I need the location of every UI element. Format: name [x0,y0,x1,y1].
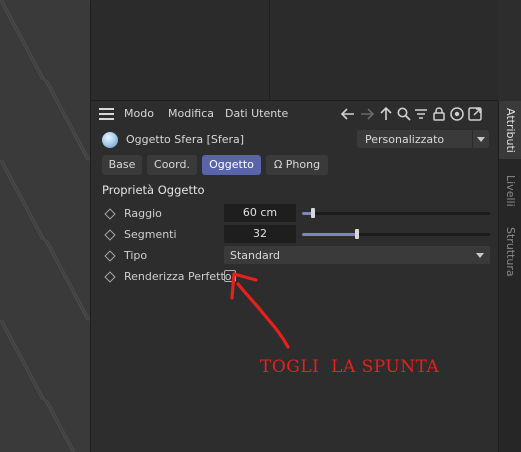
keyframe-diamond-icon[interactable] [104,229,116,241]
side-tab-bar: Attributi Livelli Struttura [498,101,521,452]
annotation-arrow-icon [230,272,290,349]
type-dropdown-value: Standard [230,249,281,262]
filter-icon[interactable] [413,106,429,122]
3d-viewport[interactable] [0,0,91,452]
keyframe-diamond-icon[interactable] [104,271,116,283]
object-header: Oggetto Sfera [Sfera] Personalizzato [91,129,498,151]
tab-oggetto[interactable]: Oggetto [202,155,261,175]
section-title: Proprietà Oggetto [102,183,205,197]
menu-modo[interactable]: Modo [124,107,154,120]
radius-slider[interactable] [302,208,490,218]
arrow-right-icon[interactable] [359,106,375,122]
search-icon[interactable] [396,106,412,122]
preset-dropdown-label: Personalizzato [365,133,445,146]
segments-label: Segmenti [124,228,177,241]
segments-slider-fill [302,233,357,236]
tab-coord[interactable]: Coord. [147,155,197,175]
sphere-icon [102,132,118,148]
keyframe-diamond-icon[interactable] [104,208,116,220]
property-radius: Raggio 60 cm [91,204,498,224]
keyframe-diamond-icon[interactable] [104,250,116,262]
arrow-left-icon[interactable] [340,106,356,122]
object-title: Oggetto Sfera [Sfera] [126,133,245,146]
preset-dropdown[interactable]: Personalizzato [357,130,489,148]
annotation-text: TOGLI LA SPUNTA [260,357,440,377]
side-tab-livelli[interactable]: Livelli [499,167,521,215]
segments-slider[interactable] [302,229,490,239]
lock-icon[interactable] [431,106,447,122]
render-perfect-label: Renderizza Perfetto [124,270,232,283]
property-segments: Segmenti 32 [91,225,498,245]
arrow-up-icon[interactable] [378,106,394,122]
chevron-down-icon[interactable] [472,130,489,148]
object-manager-panel[interactable] [91,0,498,101]
side-tab-attributi[interactable]: Attributi [499,101,521,159]
menu-dati-utente[interactable]: Dati Utente [225,107,288,120]
segments-field[interactable]: 32 [224,225,296,243]
segments-slider-handle[interactable] [354,229,359,239]
hamburger-menu-icon[interactable] [99,108,114,120]
type-label: Tipo [124,249,148,262]
attributes-menubar: Modo Modifica Dati Utente [91,103,498,125]
radius-field[interactable]: 60 cm [224,204,296,222]
chevron-down-icon[interactable] [476,253,484,258]
target-icon[interactable] [449,106,465,122]
tab-phong[interactable]: Ω Phong [266,155,328,175]
radius-label: Raggio [124,207,162,220]
new-window-icon[interactable] [467,106,483,122]
side-tab-struttura[interactable]: Struttura [499,223,521,281]
menu-modifica[interactable]: Modifica [168,107,214,120]
radius-slider-handle[interactable] [311,208,316,218]
tab-base[interactable]: Base [102,155,142,175]
panel-divider [269,0,270,100]
